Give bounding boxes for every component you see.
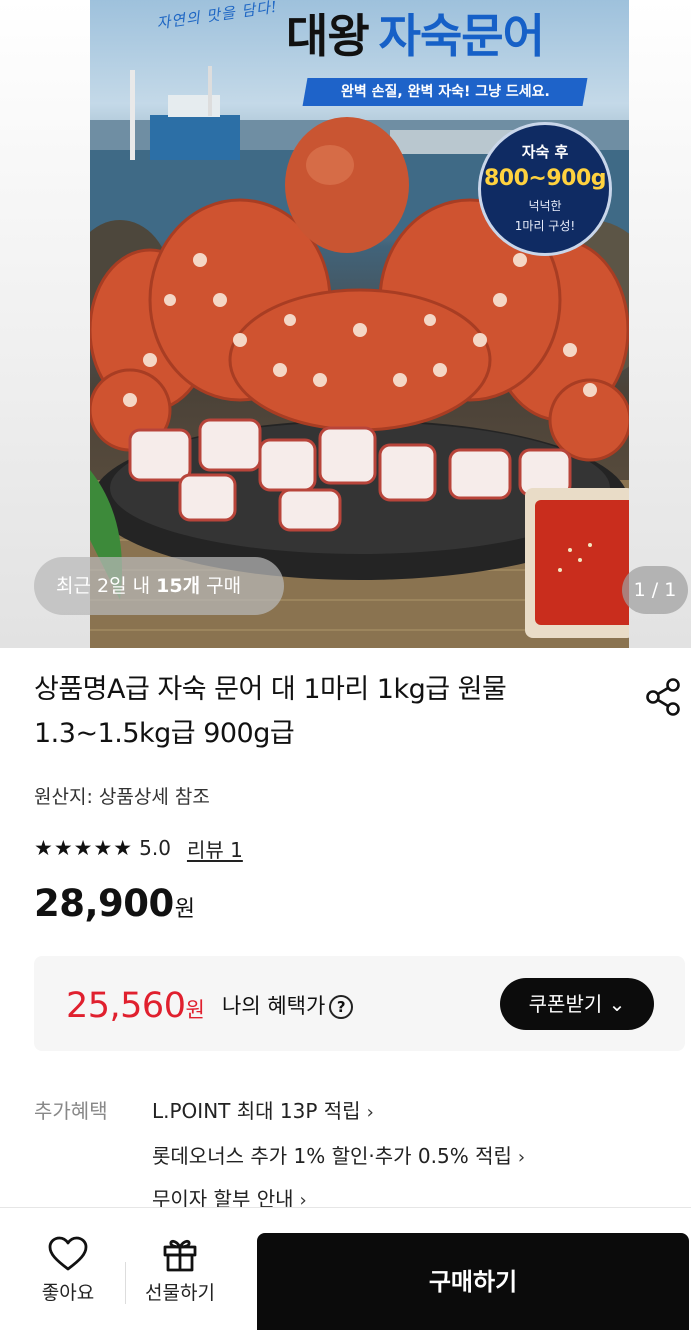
help-icon[interactable]: ? [329,995,354,1019]
recent-suffix: 구매 [200,575,242,597]
gift-button[interactable]: 선물하기 [135,1236,225,1305]
banner-title-word2: 자숙문어 [378,9,545,63]
image-margin-right [629,0,691,648]
benefit-label: 나의 혜택가? [222,990,354,1020]
image-counter: 1 / 1 [622,566,688,614]
product-photo: 자연의 맛을 담다! 대왕 자숙문어 완벽 손질, 완벽 자숙! 그냥 드세요. … [90,0,629,648]
get-coupon-button[interactable]: 쿠폰받기 ⌄ [500,978,654,1030]
extra-benefit-lpoint[interactable]: L.POINT 최대 13P 적립 › [152,1095,374,1124]
benefit-price-number: 25,560 [66,986,186,1026]
extra-benefit-text: 롯데오너스 추가 1% 할인·추가 0.5% 적립 [152,1144,512,1168]
recent-prefix: 최근 2일 내 [56,575,157,597]
banner-subtitle: 완벽 손질, 완벽 자숙! 그냥 드세요. [302,78,588,106]
rating-value: 5.0 [139,836,171,860]
original-price: 28,900원 [34,882,195,925]
product-image-carousel[interactable]: 자연의 맛을 담다! 대왕 자숙문어 완벽 손질, 완벽 자숙! 그냥 드세요. … [0,0,691,648]
extra-benefit-text: L.POINT 최대 13P 적립 [152,1099,361,1123]
share-button[interactable] [642,676,684,718]
image-margin-left [0,0,90,648]
buy-button[interactable]: 구매하기 [257,1233,689,1330]
benefit-label-text: 나의 혜택가 [222,994,326,1018]
chevron-right-icon: › [517,1147,526,1168]
like-label: 좋아요 [41,1282,95,1304]
banner-title: 대왕 자숙문어 [286,0,545,66]
badge-line1: 자숙 후 [521,143,569,161]
badge-line4: 1마리 구성! [514,219,576,233]
review-link[interactable]: 리뷰 1 [187,834,243,863]
heart-icon [48,1236,88,1271]
rating-row: ★★★★★ 5.0 리뷰 1 [34,833,243,863]
price-number: 28,900 [34,882,174,925]
like-button[interactable]: 좋아요 [23,1236,113,1305]
bottom-action-bar: 좋아요 선물하기 구매하기 [0,1207,691,1330]
extra-benefit-lotte-owners[interactable]: 롯데오너스 추가 1% 할인·추가 0.5% 적립 › [152,1140,525,1169]
banner-subtitle-text: 완벽 손질, 완벽 자숙! 그냥 드세요. [340,84,550,100]
chevron-right-icon: › [366,1102,374,1123]
weight-badge: 자숙 후 800~900g 넉넉한 1마리 구성! [478,122,612,256]
origin-info: 원산지: 상품상세 참조 [34,786,210,808]
star-rating-icon: ★★★★★ [34,836,134,860]
badge-line3: 넉넉한 [528,199,562,213]
gift-icon [163,1239,197,1272]
badge-line2: 800~900g [483,166,607,191]
price-unit: 원 [174,897,196,922]
extra-benefits-label: 추가혜택 [34,1099,108,1123]
banner-title-word1: 대왕 [286,9,370,63]
benefit-price-box: 25,560원 나의 혜택가? 쿠폰받기 ⌄ [34,956,685,1051]
share-icon [646,678,680,716]
gift-label: 선물하기 [145,1282,215,1304]
bottom-divider [125,1262,126,1304]
benefit-price-unit: 원 [185,998,205,1022]
product-title: 상품명A급 자숙 문어 대 1마리 1kg급 원물 1.3~1.5kg급 900… [34,674,507,749]
benefit-price: 25,560원 [66,986,205,1026]
recent-purchases-pill: 최근 2일 내 15개 구매 [34,557,284,615]
recent-count: 15개 [156,575,201,597]
